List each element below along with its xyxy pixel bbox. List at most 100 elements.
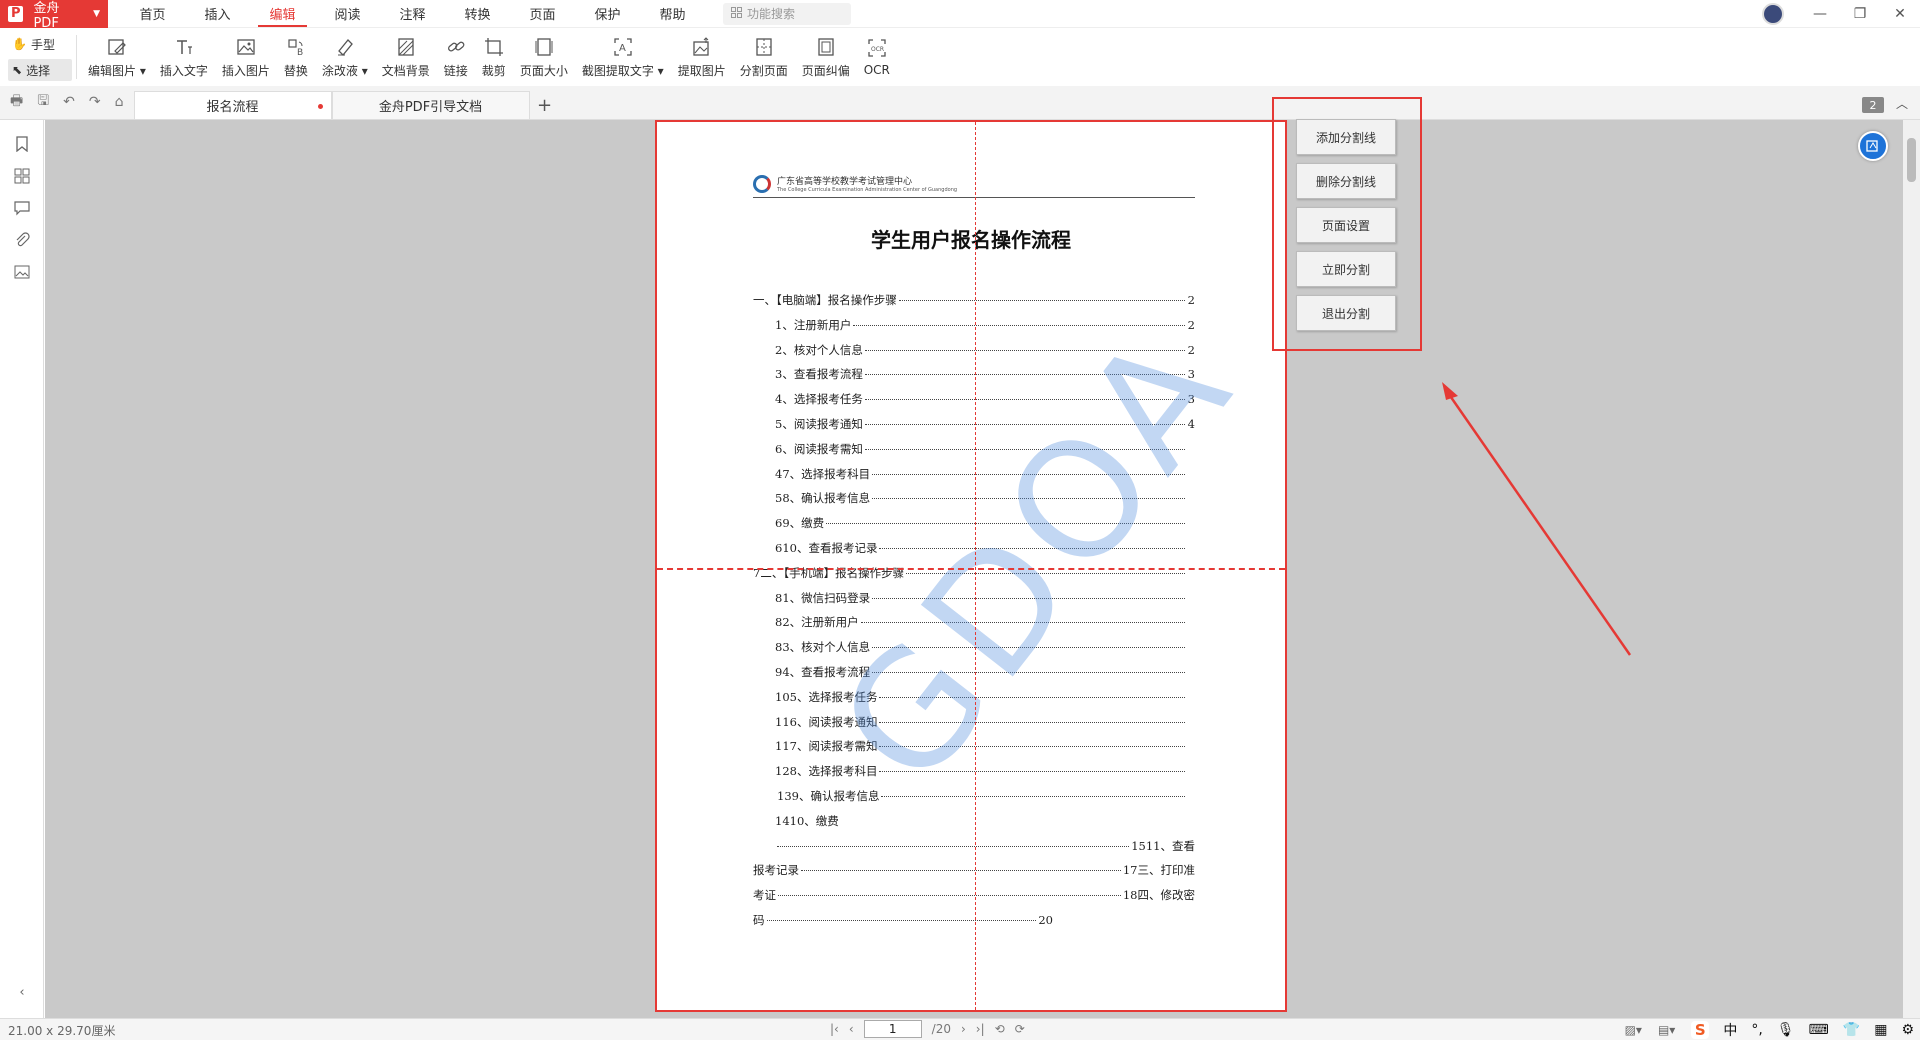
eraser-button[interactable]: 涂改液 ▾ [315, 29, 375, 85]
skin-icon[interactable]: 👕 [1843, 1022, 1860, 1038]
toc-leader [898, 300, 1185, 301]
hand-tool-button[interactable]: ✋ 手型 [8, 33, 72, 55]
add-tab-icon[interactable]: + [530, 91, 560, 119]
replace-icon: B [285, 36, 307, 58]
comment-icon[interactable] [12, 198, 32, 218]
thumbnails-icon[interactable] [12, 166, 32, 186]
toc-leader [777, 845, 1130, 847]
collapse-sidebar-icon[interactable]: ‹ [12, 982, 32, 1002]
toolbar-divider [76, 35, 77, 79]
prev-page-icon[interactable]: ‹ [849, 1022, 854, 1036]
menu-tab-protect[interactable]: 保护 [575, 0, 640, 28]
page-size-button[interactable]: 页面大小 [513, 29, 575, 85]
ime-settings-icon[interactable]: ⚙ [1901, 1022, 1914, 1038]
select-tool-button[interactable]: ⬉ 选择 [8, 59, 72, 81]
doc-title: 学生用户报名操作流程 [871, 228, 1071, 252]
toc-entry[interactable]: 1511、查看 [753, 838, 1195, 863]
user-avatar[interactable] [1762, 3, 1784, 25]
doc-tab-registration[interactable]: 报名流程 [133, 91, 332, 119]
close-icon[interactable]: ✕ [1880, 0, 1920, 28]
background-button[interactable]: 文档背景 [375, 29, 437, 85]
floating-translate-button[interactable] [1858, 131, 1888, 161]
menu-tab-annotate[interactable]: 注释 [380, 0, 445, 28]
doc-tab-guide[interactable]: 金舟PDF引导文档 [331, 91, 530, 119]
extract-image-icon [691, 36, 713, 58]
toc-entry-label: 610、查看报考记录 [775, 540, 878, 555]
bookmark-icon[interactable] [12, 134, 32, 154]
feature-search-input[interactable]: 功能搜索 [723, 2, 851, 25]
next-page-icon[interactable]: › [961, 1022, 966, 1036]
link-label: 链接 [443, 63, 468, 78]
ocr-button[interactable]: OCR OCR [857, 29, 897, 85]
last-page-icon[interactable]: ›| [976, 1022, 985, 1036]
image-list-icon[interactable] [12, 262, 32, 282]
redo-icon[interactable]: ↷ [89, 94, 101, 110]
toc-entry[interactable]: 1410、缴费 [753, 813, 1195, 838]
menu-tab-home[interactable]: 首页 [120, 0, 185, 28]
toc-entry[interactable]: 码 20 [753, 912, 1053, 937]
horizontal-split-line[interactable] [657, 568, 1285, 570]
page-settings-button[interactable]: 页面设置 [1296, 207, 1396, 243]
ime-language[interactable]: 中 [1723, 1020, 1737, 1040]
svg-text:OCR: OCR [871, 46, 884, 53]
screenshot-ocr-button[interactable]: A 截图提取文字 ▾ [575, 29, 671, 85]
pdf-page: 广东省高等学校教学考试管理中心 The College Curricula Ex… [655, 120, 1287, 1012]
toolbox-icon[interactable]: ▦ [1874, 1022, 1887, 1038]
view-mode-icon[interactable]: ▨▾ [1625, 1023, 1642, 1037]
menu-tab-read[interactable]: 阅读 [315, 0, 380, 28]
org-name-cn: 广东省高等学校教学考试管理中心 [777, 177, 913, 187]
restore-icon[interactable]: ❐ [1840, 0, 1880, 28]
edit-image-button[interactable]: 编辑图片 ▾ [81, 29, 153, 85]
deskew-button[interactable]: 页面纠偏 [795, 29, 857, 85]
insert-text-button[interactable]: 插入文字 [153, 29, 215, 85]
background-icon [395, 36, 417, 58]
app-menu-button[interactable]: P 金舟PDF ▼ [0, 0, 108, 31]
rotate-right-icon[interactable]: ⟳ [1015, 1022, 1025, 1036]
page-number-input[interactable]: 1 [863, 1020, 922, 1038]
keyboard-icon[interactable]: ⌨ [1809, 1022, 1829, 1038]
attachment-icon[interactable] [12, 230, 32, 250]
input-method-toolbar: S 中 °, 🎙 ⌨ 👕 ▦ ⚙ [1691, 1020, 1914, 1040]
microphone-icon[interactable]: 🎙 [1777, 1022, 1795, 1038]
toc-entry[interactable]: 报考记录 17三、打印准 [753, 862, 1195, 887]
minimize-icon[interactable]: — [1800, 0, 1840, 28]
toc-entry[interactable]: 考证 18四、修改密 [753, 887, 1195, 912]
rotate-left-icon[interactable]: ⟲ [995, 1022, 1005, 1036]
first-page-icon[interactable]: |‹ [830, 1022, 839, 1036]
menu-tabs: 首页 插入 编辑 阅读 注释 转换 页面 保护 帮助 [120, 0, 705, 28]
home-icon[interactable]: ⌂ [115, 94, 124, 110]
eraser-label: 涂改液 ▾ [321, 63, 368, 78]
menu-tab-edit[interactable]: 编辑 [250, 0, 315, 28]
sogou-logo-icon[interactable]: S [1691, 1021, 1710, 1039]
insert-image-button[interactable]: 插入图片 [215, 29, 277, 85]
toc-entry-label: 报考记录 [753, 863, 799, 878]
delete-split-line-button[interactable]: 删除分割线 [1296, 163, 1396, 199]
menu-tab-help[interactable]: 帮助 [640, 0, 705, 28]
layout-mode-icon[interactable]: ▤▾ [1658, 1023, 1675, 1037]
split-now-button[interactable]: 立即分割 [1296, 251, 1396, 287]
save-icon[interactable]: 🖫 [37, 90, 49, 114]
crop-button[interactable]: 裁剪 [475, 29, 513, 85]
org-logo-icon [753, 174, 771, 193]
undo-icon[interactable]: ↶ [63, 94, 75, 110]
toc-entry[interactable]: 139、确认报考信息 [753, 788, 1195, 813]
menu-tab-page[interactable]: 页面 [510, 0, 575, 28]
add-split-line-button[interactable]: 添加分割线 [1296, 119, 1396, 155]
link-button[interactable]: 链接 [437, 29, 475, 85]
menu-tab-insert[interactable]: 插入 [185, 0, 250, 28]
vertical-scrollbar[interactable] [1903, 120, 1920, 1018]
menu-tab-convert[interactable]: 转换 [445, 0, 510, 28]
split-page-button[interactable]: 分割页面 [733, 29, 795, 85]
extract-image-button[interactable]: 提取图片 [671, 29, 733, 85]
toc-entry-page: 17三、打印准 [1122, 863, 1195, 878]
ime-punctuation[interactable]: °, [1751, 1022, 1762, 1038]
print-icon[interactable]: 🖶 [10, 90, 23, 114]
collapse-icon[interactable]: ︿ [1896, 95, 1908, 112]
doc-tab-label: 报名流程 [206, 100, 259, 115]
vertical-split-line[interactable] [975, 122, 976, 1010]
total-pages: /20 [931, 1022, 951, 1036]
replace-button[interactable]: B 替换 [277, 29, 315, 85]
scrollbar-thumb[interactable] [1907, 138, 1916, 182]
exit-split-button[interactable]: 退出分割 [1296, 295, 1396, 331]
toc-entry-label: 128、选择报考科目 [775, 764, 878, 779]
